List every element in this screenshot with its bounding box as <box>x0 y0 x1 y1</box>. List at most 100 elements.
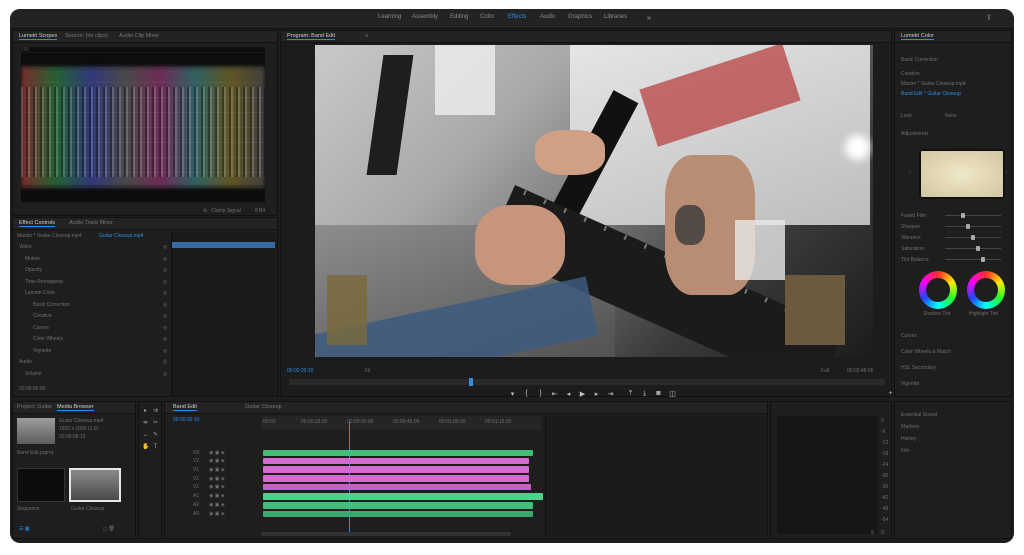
tab-audio-clip-mixer[interactable]: Audio Clip Mixer <box>119 33 159 39</box>
effect-row-lumetri-color[interactable]: Lumetri Color <box>25 290 55 296</box>
slider-handle[interactable] <box>981 257 985 262</box>
razor-tool-icon[interactable]: ✂ <box>152 420 159 427</box>
bit-depth-label[interactable]: 8 Bit <box>255 208 265 214</box>
play-icon[interactable]: ▶ <box>578 390 587 398</box>
track-label[interactable]: V3 <box>193 450 199 456</box>
tab-media-browser[interactable]: Media Browser <box>57 404 94 411</box>
step-forward-icon[interactable]: ▸ <box>592 390 601 398</box>
tab-lumetri-scopes[interactable]: Lumetri Scopes <box>19 33 58 40</box>
tab-band-edit[interactable]: Band Edit <box>173 404 197 411</box>
slider-handle[interactable] <box>976 246 980 251</box>
highlight-tint-wheel[interactable] <box>967 271 1005 309</box>
track-toggle-icon[interactable]: ◉ ▣ ◈ <box>209 502 225 508</box>
marker-icon[interactable]: ▾ <box>508 390 517 398</box>
panel-info[interactable]: Info <box>901 448 909 454</box>
effect-timecode[interactable]: 00:00:00:00 <box>19 386 45 392</box>
track-label[interactable]: V1 <box>193 476 199 482</box>
track-label[interactable]: V1 <box>193 467 199 473</box>
tab-guitar-closeup[interactable]: Guitar Closeup <box>245 404 282 410</box>
tab-program[interactable]: Program: Band Edit <box>287 33 335 40</box>
effect-row-video[interactable]: Video <box>19 244 32 250</box>
reset-icon[interactable]: ◎ <box>163 371 167 377</box>
lumetri-section-basic[interactable]: Basic Correction <box>901 57 938 63</box>
reset-icon[interactable]: ◎ <box>163 302 167 308</box>
lumetri-section-wheels[interactable]: Color Wheels & Match <box>901 349 951 355</box>
track-toggle-icon[interactable]: ◉ ▣ ◈ <box>209 476 225 482</box>
slider-handle[interactable] <box>966 224 970 229</box>
type-tool-icon[interactable]: T <box>152 444 159 451</box>
effect-row-time-remapping[interactable]: Time Remapping <box>25 279 63 285</box>
list-view-icon[interactable]: ☰ ▦ <box>19 526 30 532</box>
reset-icon[interactable]: ◎ <box>163 348 167 354</box>
track-toggle-icon[interactable]: ◉ ▣ ◈ <box>209 450 225 456</box>
panel-markers[interactable]: Markers <box>901 424 919 430</box>
look-next-icon[interactable]: › <box>1005 169 1007 175</box>
clip-v1a[interactable] <box>263 466 529 473</box>
lumetri-clip-label[interactable]: Band Edit * Guitar Closeup <box>901 91 961 97</box>
lumetri-section-vignette[interactable]: Vignette <box>901 381 919 387</box>
clip-a1[interactable] <box>263 493 543 500</box>
step-back-icon[interactable]: ◂ <box>564 390 573 398</box>
workspace-tab-assembly[interactable]: Assembly <box>412 14 438 20</box>
slider-track[interactable] <box>945 259 1001 260</box>
workspace-tab-graphics[interactable]: Graphics <box>568 14 592 20</box>
go-to-out-icon[interactable]: ⇥ <box>606 390 615 398</box>
clip-v1c[interactable] <box>263 484 531 490</box>
effect-row-basic-correction[interactable]: Basic Correction <box>33 302 70 308</box>
slider-track[interactable] <box>945 226 1001 227</box>
in-point-icon[interactable]: { <box>522 390 531 397</box>
timeline-scrollbar[interactable] <box>261 532 511 536</box>
workspace-tab-learning[interactable]: Learning <box>378 14 401 20</box>
timeline-ruler[interactable]: 00:00 00:00:15:00 00:00:30:00 00:00:45:0… <box>261 416 541 430</box>
meter-solo-left[interactable]: S <box>871 530 874 536</box>
track-toggle-icon[interactable]: ◉ ▣ ◈ <box>209 467 225 473</box>
workspace-tab-libraries[interactable]: Libraries <box>604 14 627 20</box>
tab-source[interactable]: Source: (no clips) <box>65 33 108 39</box>
project-item-guitar[interactable] <box>69 468 121 502</box>
ripple-edit-icon[interactable]: ⇹ <box>142 420 149 427</box>
lumetri-section-creative[interactable]: Creative <box>901 71 920 77</box>
reset-icon[interactable]: ◎ <box>163 279 167 285</box>
effect-clip-label[interactable]: Guitar Closeup.mp4 <box>99 233 143 239</box>
slip-tool-icon[interactable]: ↔ <box>142 432 149 439</box>
lift-icon[interactable]: ⤒ <box>626 390 635 398</box>
workspace-tab-effects[interactable]: Effects <box>508 14 526 20</box>
clip-v1b[interactable] <box>263 475 529 482</box>
shadow-tint-wheel[interactable] <box>919 271 957 309</box>
clip-a2[interactable] <box>263 502 533 509</box>
program-menu-icon[interactable]: ≡ <box>365 33 368 39</box>
workspace-tab-audio[interactable]: Audio <box>540 14 555 20</box>
program-fit-dropdown[interactable]: Fit <box>365 368 371 374</box>
selection-tool-icon[interactable]: ▸ <box>142 408 149 415</box>
new-item-icon[interactable]: ◻ 🗑 <box>103 526 115 532</box>
workspace-tab-editing[interactable]: Editing <box>450 14 468 20</box>
clip-v3[interactable] <box>263 450 533 456</box>
track-toggle-icon[interactable]: ◉ ▣ ◈ <box>209 493 225 499</box>
track-toggle-icon[interactable]: ◉ ▣ ◈ <box>209 511 225 517</box>
slider-track[interactable] <box>945 215 1001 216</box>
track-label[interactable]: V1 <box>193 484 199 490</box>
look-prev-icon[interactable]: ‹ <box>909 169 911 175</box>
tab-effect-controls[interactable]: Effect Controls <box>19 220 55 227</box>
panel-essential-sound[interactable]: Essential Sound <box>901 412 937 418</box>
reset-icon[interactable]: ◎ <box>163 290 167 296</box>
reset-icon[interactable]: ◎ <box>163 313 167 319</box>
double-chevron-icon[interactable]: » <box>644 13 654 23</box>
lumetri-section-hsl[interactable]: HSL Secondary <box>901 365 936 371</box>
track-toggle-icon[interactable]: ◉ ▣ ◈ <box>209 458 225 464</box>
slider-handle[interactable] <box>961 213 965 218</box>
hand-tool-icon[interactable]: ✋ <box>142 444 149 451</box>
program-timecode-in[interactable]: 00:00:20:10 <box>287 368 313 374</box>
export-icon[interactable]: ⇪ <box>984 13 994 23</box>
track-label[interactable]: V2 <box>193 458 199 464</box>
playhead-marker[interactable] <box>469 378 473 386</box>
project-item-sequence[interactable] <box>17 468 65 502</box>
effect-row-vignette[interactable]: Vignette <box>33 348 51 354</box>
track-label[interactable]: A3 <box>193 511 199 517</box>
meter-solo-right[interactable]: S <box>881 530 884 536</box>
track-label[interactable]: A1 <box>193 493 199 499</box>
extract-icon[interactable]: ⤓ <box>640 390 649 398</box>
reset-icon[interactable]: ◎ <box>163 325 167 331</box>
clip-a3[interactable] <box>263 511 533 517</box>
reset-icon[interactable]: ◎ <box>163 267 167 273</box>
